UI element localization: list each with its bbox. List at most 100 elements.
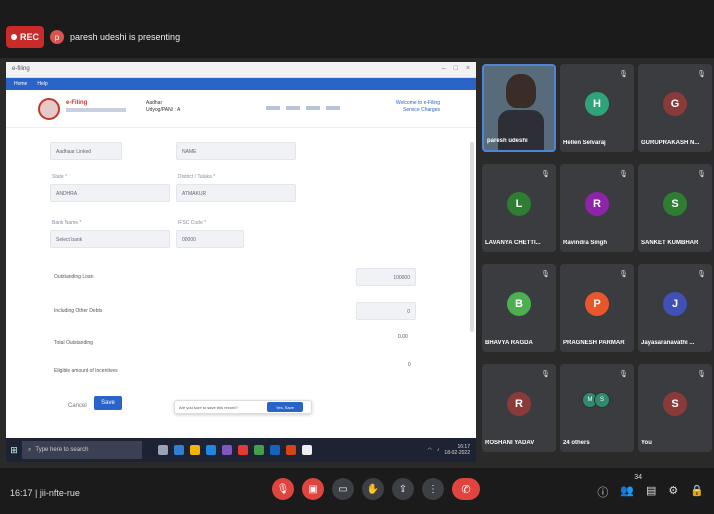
people-icon[interactable]: 👥 [620, 484, 634, 500]
service-charges-link: Service Charges [403, 107, 440, 113]
total-outstanding-value: 0.00 [398, 334, 408, 340]
app-icon [222, 445, 232, 455]
header-info-line: Aadhar [146, 100, 163, 106]
participant-name: paresh udeshi [487, 138, 528, 144]
chat-icon[interactable]: ▤ [646, 484, 656, 500]
participant-avatar: P [585, 292, 609, 316]
hand-icon: ✋ [366, 483, 380, 495]
mic-muted-icon: 🎙 [697, 71, 706, 78]
participant-avatar: S [663, 192, 687, 216]
participant-tile[interactable]: 🎙 H Hellen Selvaraj [560, 64, 634, 152]
more-vert-icon: ⋮ [428, 483, 438, 495]
present-button[interactable]: ⇪ [392, 478, 414, 500]
search-icon: ⌕ [28, 446, 32, 453]
bank-label: Bank Name * [52, 220, 82, 226]
participant-tile[interactable]: 🎙 L LAVANYA CHETTI... [482, 164, 556, 252]
mic-muted-icon: 🎙 [619, 371, 628, 378]
participant-name: LAVANYA CHETTI... [485, 240, 541, 246]
app-icon [302, 445, 312, 455]
top-bar: REC p paresh udeshi is presenting [0, 0, 714, 58]
participant-tile[interactable]: 🎙 B BHAVYA RAGDA [482, 264, 556, 352]
record-dot-icon [10, 34, 17, 40]
system-tray: ◠ ♪ 16:17 18-02-2022 [428, 444, 476, 456]
word-icon [270, 445, 280, 455]
participant-avatar: H [585, 92, 609, 116]
participant-avatar: S [663, 392, 687, 416]
others-tile[interactable]: 🎙 M S 24 others [560, 364, 634, 452]
welcome-text: Welcome to e-Filing [395, 100, 440, 106]
header-link [326, 106, 340, 110]
state-label: State * [52, 174, 68, 180]
tray-date: 18-02-2022 [444, 450, 470, 456]
camera-toggle-button[interactable]: ▣ [302, 478, 324, 500]
save-button: Save [94, 396, 122, 410]
wifi-icon: ◠ [427, 447, 432, 453]
header-info-line: Udyog/PAN/ : A [146, 107, 181, 113]
header-info: Aadhar Udyog/PAN/ : A [146, 100, 180, 114]
toast-text: Are you sure to save this record? [179, 405, 238, 410]
outstanding-loan-value: 100000 [356, 268, 416, 286]
participant-count: 34 [634, 474, 642, 481]
mic-muted-icon: 🎙 [619, 171, 628, 178]
call-controls: 🎙 ▣ ▭ ✋ ⇪ ⋮ ✆ [272, 478, 480, 500]
taskbar-search-text: Type here to search [35, 447, 89, 453]
windows-start-icon: ⊞ [10, 444, 18, 455]
mic-muted-icon: 🎙 [619, 71, 628, 78]
header-right-info: Welcome to e-Filing Service Charges [396, 100, 440, 114]
logo-text: e-Filing [66, 100, 88, 106]
menu-item-home: Home [14, 81, 28, 87]
menu-item-help: Help [37, 81, 48, 87]
speaker-icon: ♪ [436, 447, 440, 453]
participant-name: Ravindra Singh [563, 240, 608, 246]
name-field: NAME [176, 142, 296, 160]
mic-muted-icon: 🎙 [541, 171, 550, 178]
raise-hand-button[interactable]: ✋ [362, 478, 384, 500]
participant-tile[interactable]: 🎙 S SANKET KUMBHAR [638, 164, 712, 252]
recording-indicator: REC [6, 26, 44, 48]
others-count: 24 others [563, 440, 590, 446]
mic-muted-icon: 🎙 [619, 271, 628, 278]
others-avatars: M S [582, 392, 610, 408]
shared-screen: e-filing – □ × Home Help e-Filing Aadhar… [6, 62, 476, 462]
captions-button[interactable]: ▭ [332, 478, 354, 500]
mic-muted-icon: 🎙 [697, 171, 706, 178]
participant-tile[interactable]: 🎙 P PRAGNESH PARMAR [560, 264, 634, 352]
taskbar-search: ⌕ Type here to search [22, 441, 142, 459]
eligible-amount-value: 0 [408, 362, 411, 368]
shared-scrollbar [470, 142, 474, 332]
self-tile[interactable]: 🎙 S You [638, 364, 712, 452]
present-icon: ⇪ [398, 483, 408, 495]
more-options-button[interactable]: ⋮ [422, 478, 444, 500]
leave-call-button[interactable]: ✆ [452, 478, 480, 500]
emblem-logo-icon [38, 98, 60, 120]
header-link [286, 106, 300, 110]
participant-tile[interactable]: 🎙 R ROSHANI YADAV [482, 364, 556, 452]
activities-icon[interactable]: ⚙ [668, 484, 678, 500]
task-view-icon [158, 445, 168, 455]
participant-avatar: J [663, 292, 687, 316]
participant-tile[interactable]: 🎙 J Jayasaranavathi ... [638, 264, 712, 352]
header-links [266, 106, 340, 110]
participant-tile-presenter[interactable]: paresh udeshi [482, 64, 556, 152]
participant-avatar: R [507, 392, 531, 416]
lock-icon[interactable]: 🔒 [690, 484, 704, 500]
other-debts-value: 0 [356, 302, 416, 320]
info-icon[interactable]: ⓘ [597, 484, 608, 500]
mic-muted-icon: 🎙 [697, 371, 706, 378]
shared-window-titlebar: e-filing – □ × [6, 62, 476, 78]
participant-tile[interactable]: 🎙 G GURUPRAKASH N... [638, 64, 712, 152]
participant-tile[interactable]: 🎙 R Ravindra Singh [560, 164, 634, 252]
mic-toggle-button[interactable]: 🎙 [272, 478, 294, 500]
windows-taskbar: ⊞ ⌕ Type here to search ◠ ♪ 16:17 18-02-… [6, 438, 476, 462]
participant-name: GURUPRAKASH N... [641, 140, 700, 146]
participant-video [506, 74, 536, 108]
participant-name: BHAVYA RAGDA [485, 340, 533, 346]
presenter-avatar: p [50, 30, 64, 44]
district-field: ATMAKUR [176, 184, 296, 202]
aadhaar-field: Aadhaar Linked [50, 142, 122, 160]
store-icon [206, 445, 216, 455]
participant-name: SANKET KUMBHAR [641, 240, 699, 246]
rec-label: REC [19, 32, 39, 42]
maximize-icon: □ [453, 65, 458, 72]
participant-name: PRAGNESH PARMAR [563, 340, 625, 346]
